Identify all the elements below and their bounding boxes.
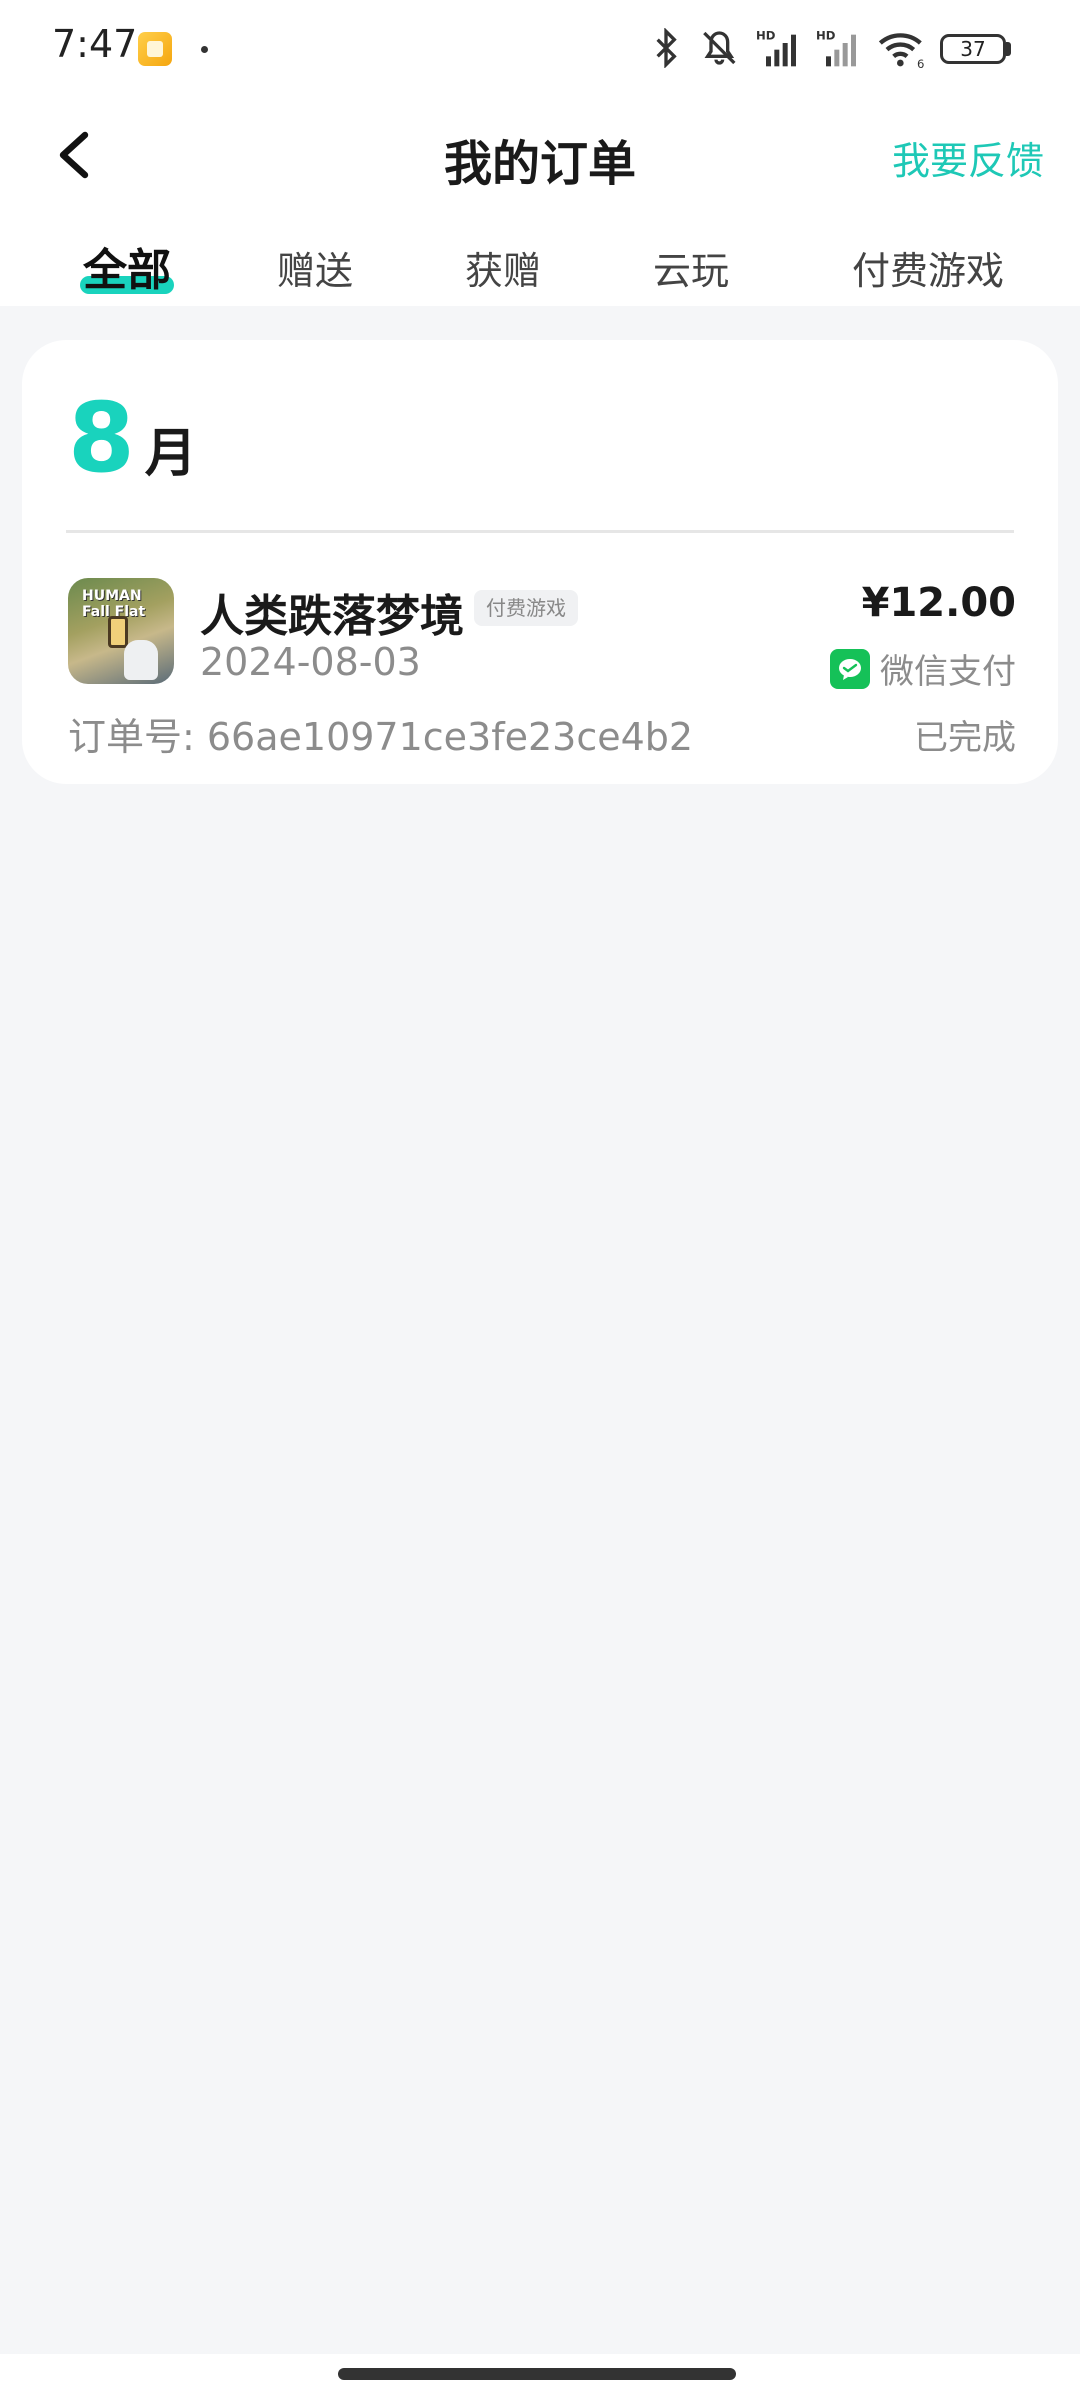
notification-app-icon [138, 32, 172, 66]
type-badge: 付费游戏 [474, 590, 578, 626]
tab-paid-games[interactable]: 付费游戏 [838, 240, 1018, 306]
divider [66, 530, 1014, 533]
order-number: 订单号: 66ae10971ce3fe23ce4b2 [68, 715, 694, 759]
battery-tip [1006, 42, 1011, 56]
tab-all[interactable]: 全部 [80, 234, 174, 300]
status-bar: 7:47 HD HD 6 37 [0, 0, 1080, 100]
battery-icon: 37 [940, 34, 1006, 64]
svg-text:HD: HD [756, 29, 776, 43]
notification-dot-icon [201, 46, 208, 53]
payment-method-label: 微信支付 [880, 652, 1016, 692]
order-month-card: 8 月 HUMAN Fall Flat 人类跌落梦境 付费游戏 2024-08-… [22, 340, 1058, 784]
mute-icon [698, 28, 744, 68]
signal-hd-icon-2: HD [816, 28, 866, 68]
svg-text:6: 6 [917, 57, 924, 68]
tab-gift-sent[interactable]: 赠送 [270, 240, 360, 306]
payment-method: 微信支付 [830, 644, 1016, 693]
signal-hd-icon: HD [756, 28, 806, 68]
character-figure [124, 640, 158, 680]
order-status: 已完成 [914, 718, 1016, 758]
status-time: 7:47 [52, 22, 138, 66]
month-number: 8 [68, 382, 135, 494]
game-name: 人类跌落梦境 [200, 591, 464, 642]
tab-bar: 全部 赠送 获赠 云玩 付费游戏 [0, 240, 1080, 306]
month-heading: 8 月 [68, 390, 197, 486]
tab-cloud-play[interactable]: 云玩 [646, 240, 736, 306]
battery-level: 37 [960, 37, 986, 61]
svg-text:HD: HD [816, 29, 836, 43]
game-icon: HUMAN Fall Flat [68, 578, 174, 684]
tab-gift-received[interactable]: 获赠 [458, 240, 548, 306]
month-unit: 月 [144, 424, 197, 484]
order-date: 2024-08-03 [200, 640, 421, 684]
home-indicator[interactable] [338, 2368, 736, 2380]
wifi-icon: 6 [876, 28, 928, 68]
feedback-link[interactable]: 我要反馈 [892, 130, 1044, 185]
lantern-icon [108, 616, 128, 648]
order-price: ¥12.00 [861, 580, 1016, 626]
bluetooth-icon [646, 28, 686, 68]
wechat-pay-icon [830, 648, 870, 689]
